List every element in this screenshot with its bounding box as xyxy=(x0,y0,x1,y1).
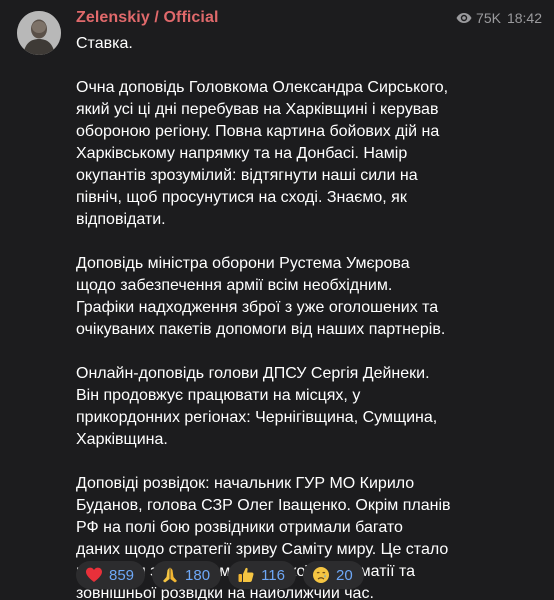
heart-icon xyxy=(85,566,103,584)
reaction-thumbs-up[interactable]: 116 xyxy=(228,561,296,589)
post-paragraph: Онлайн-доповідь голови ДПСУ Сергія Дейне… xyxy=(76,365,438,448)
praying-hands-icon xyxy=(161,566,179,584)
post-time: 18:42 xyxy=(506,10,542,26)
reactions-bar: 859 180 116 20 xyxy=(76,561,364,589)
crying-face-icon xyxy=(312,566,330,584)
thumbs-up-icon xyxy=(237,566,255,584)
views-count: 75K xyxy=(476,10,501,26)
eye-icon xyxy=(456,13,472,23)
reaction-count: 859 xyxy=(109,566,135,584)
reaction-heart[interactable]: 859 xyxy=(76,561,146,589)
channel-name[interactable]: Zelenskiy / Official xyxy=(76,9,219,27)
reaction-crying-face[interactable]: 20 xyxy=(302,561,364,589)
post-paragraph: Доповідь міністра оборони Рустема Умєров… xyxy=(76,255,446,338)
channel-avatar[interactable] xyxy=(17,11,61,55)
channel-post: Zelenskiy / Official 75K 18:42 Ставка. О… xyxy=(0,0,554,600)
post-paragraph: Очна доповідь Головкома Олександра Сирсь… xyxy=(76,79,449,228)
post-text: Ставка. Очна доповідь Головкома Олександ… xyxy=(76,33,546,600)
post-paragraph: Ставка. xyxy=(76,35,133,52)
reaction-count: 20 xyxy=(335,566,353,584)
reaction-praying-hands[interactable]: 180 xyxy=(152,561,222,589)
post-meta: 75K 18:42 xyxy=(456,10,542,26)
reaction-count: 116 xyxy=(261,566,285,584)
reaction-count: 180 xyxy=(185,566,211,584)
